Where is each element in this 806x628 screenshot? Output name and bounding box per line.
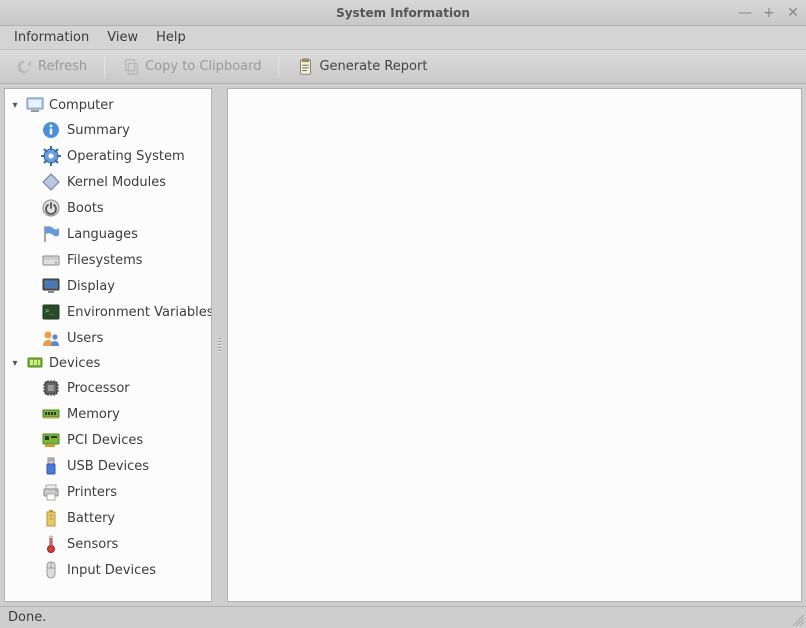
refresh-button[interactable]: Refresh (8, 54, 94, 80)
tree-item-languages[interactable]: Languages (7, 221, 209, 247)
menu-bar: Information View Help (0, 26, 806, 50)
tree-pane: ▾ Computer Summary Operating System Kern… (4, 88, 212, 602)
sensor-icon (41, 534, 61, 554)
tree-item-label: Input Devices (67, 563, 156, 578)
toolbar: Refresh Copy to Clipboard Generate Repor… (0, 50, 806, 84)
terminal-icon: >_ (41, 302, 61, 322)
tree-item-summary[interactable]: Summary (7, 117, 209, 143)
tree-item-processor[interactable]: Processor (7, 375, 209, 401)
tree-item-env[interactable]: >_ Environment Variables (7, 299, 209, 325)
window-title: System Information (336, 6, 470, 20)
tree-group-label: Devices (49, 356, 100, 371)
tree-item-label: USB Devices (67, 459, 149, 474)
tree-item-kernel[interactable]: Kernel Modules (7, 169, 209, 195)
tree-item-os[interactable]: Operating System (7, 143, 209, 169)
menu-help[interactable]: Help (148, 28, 194, 47)
diamond-icon (41, 172, 61, 192)
tree-item-label: PCI Devices (67, 433, 143, 448)
status-text: Done. (8, 610, 46, 625)
copy-label: Copy to Clipboard (145, 59, 261, 74)
gear-icon (41, 146, 61, 166)
tree-item-label: Sensors (67, 537, 118, 552)
tree-group-computer[interactable]: ▾ Computer (7, 93, 209, 117)
copy-button[interactable]: Copy to Clipboard (115, 54, 268, 80)
drive-icon (41, 250, 61, 270)
tree-item-label: Printers (67, 485, 117, 500)
tree-item-label: Filesystems (67, 253, 143, 268)
refresh-label: Refresh (38, 59, 87, 74)
tree-item-label: Operating System (67, 149, 185, 164)
svg-text:>_: >_ (45, 307, 54, 315)
printer-icon (41, 482, 61, 502)
toolbar-separator (104, 56, 105, 78)
power-icon (41, 198, 61, 218)
tree-item-sensors[interactable]: Sensors (7, 531, 209, 557)
tree-item-label: Processor (67, 381, 130, 396)
expand-icon[interactable]: ▾ (9, 357, 21, 369)
tree-item-label: Environment Variables (67, 305, 212, 320)
maximize-button[interactable]: + (762, 6, 776, 20)
tree-group-devices[interactable]: ▾ Devices (7, 351, 209, 375)
tree-item-memory[interactable]: Memory (7, 401, 209, 427)
tree-item-pci[interactable]: PCI Devices (7, 427, 209, 453)
tree-item-users[interactable]: Users (7, 325, 209, 351)
tree-item-label: Languages (67, 227, 138, 242)
pane-splitter[interactable] (216, 88, 223, 602)
toolbar-separator (278, 56, 279, 78)
battery-icon: + (41, 508, 61, 528)
tree-item-display[interactable]: Display (7, 273, 209, 299)
tree-item-label: Memory (67, 407, 120, 422)
tree-item-battery[interactable]: + Battery (7, 505, 209, 531)
tree-item-label: Boots (67, 201, 104, 216)
copy-icon (122, 58, 140, 76)
tree-item-label: Summary (67, 123, 130, 138)
close-button[interactable]: ✕ (786, 6, 800, 20)
pci-icon (41, 430, 61, 450)
tree-item-usb[interactable]: USB Devices (7, 453, 209, 479)
menu-view[interactable]: View (99, 28, 146, 47)
content-area: ▾ Computer Summary Operating System Kern… (0, 84, 806, 606)
tree-item-label: Display (67, 279, 115, 294)
generate-report-button[interactable]: Generate Report (289, 54, 434, 80)
refresh-icon (15, 58, 33, 76)
info-icon (41, 120, 61, 140)
flag-icon (41, 224, 61, 244)
tree-item-label: Battery (67, 511, 115, 526)
devices-icon (25, 353, 45, 373)
tree-item-label: Users (67, 331, 103, 346)
users-icon (41, 328, 61, 348)
title-bar: System Information — + ✕ (0, 0, 806, 26)
minimize-button[interactable]: — (738, 6, 752, 20)
mouse-icon (41, 560, 61, 580)
report-icon (296, 58, 314, 76)
cpu-icon (41, 378, 61, 398)
report-label: Generate Report (319, 59, 427, 74)
status-bar: Done. (0, 606, 806, 628)
detail-pane (227, 88, 802, 602)
tree-item-input[interactable]: Input Devices (7, 557, 209, 583)
window-controls: — + ✕ (738, 0, 800, 25)
tree-group-label: Computer (49, 98, 114, 113)
tree: ▾ Computer Summary Operating System Kern… (5, 89, 211, 587)
tree-item-boots[interactable]: Boots (7, 195, 209, 221)
computer-icon (25, 95, 45, 115)
tree-item-filesystems[interactable]: Filesystems (7, 247, 209, 273)
expand-icon[interactable]: ▾ (9, 99, 21, 111)
usb-icon (41, 456, 61, 476)
tree-item-printers[interactable]: Printers (7, 479, 209, 505)
menu-information[interactable]: Information (6, 28, 97, 47)
tree-item-label: Kernel Modules (67, 175, 166, 190)
ram-icon (41, 404, 61, 424)
display-icon (41, 276, 61, 296)
svg-text:+: + (49, 513, 53, 519)
